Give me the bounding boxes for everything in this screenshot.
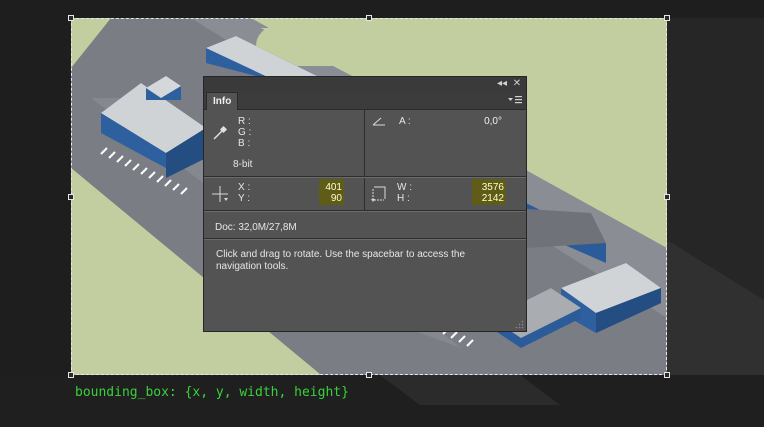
photoshop-workspace: bounding_box: {x, y, width, height} ◂◂ ✕…: [0, 0, 764, 427]
width-value: 3576: [481, 182, 504, 193]
transform-handle-middle-left[interactable]: [68, 194, 74, 200]
transform-handle-top-right[interactable]: [664, 15, 670, 21]
transform-handle-middle-right[interactable]: [664, 194, 670, 200]
y-label: Y :: [238, 193, 251, 204]
height-label: H :: [397, 193, 410, 204]
tab-info[interactable]: Info: [206, 92, 239, 110]
transform-handle-bottom-left[interactable]: [68, 372, 74, 378]
vertical-divider: [364, 109, 365, 176]
width-label: W :: [397, 182, 412, 193]
red-label: R :: [238, 116, 251, 127]
divider: [204, 211, 526, 212]
panel-titlebar[interactable]: ◂◂ ✕: [204, 77, 526, 91]
resize-grip-icon[interactable]: [515, 320, 524, 329]
bit-depth-label: 8-bit: [233, 159, 253, 170]
transform-handle-top-center[interactable]: [366, 15, 372, 21]
height-value: 2142: [481, 193, 504, 204]
transform-handle-top-left[interactable]: [68, 15, 74, 21]
vertical-divider: [364, 178, 365, 210]
angle-label: A :: [399, 116, 411, 127]
crosshair-icon: [212, 186, 228, 202]
eyedropper-icon: [213, 125, 228, 140]
x-label: X :: [238, 182, 251, 193]
y-value: 90: [330, 193, 342, 204]
document-size: Doc: 32,0M/27,8M: [215, 222, 297, 233]
blue-label: B :: [238, 138, 251, 149]
transform-handle-bottom-right[interactable]: [664, 372, 670, 378]
collapse-icon[interactable]: ◂◂: [496, 78, 508, 90]
size-icon: [371, 186, 386, 202]
close-icon[interactable]: ✕: [511, 78, 523, 90]
transform-handle-bottom-center[interactable]: [366, 372, 372, 378]
x-value: 401: [325, 182, 342, 193]
angle-icon: [372, 117, 385, 126]
tool-hint-line-2: navigation tools.: [216, 261, 289, 272]
info-panel: ◂◂ ✕ Info R : G : B : 8-bit A : 0,0° X:…: [203, 76, 527, 332]
panel-menu-icon[interactable]: [508, 94, 522, 106]
divider: [204, 239, 526, 240]
panel-tab-row: Info: [204, 91, 526, 110]
annotation-label: bounding_box: {x, y, width, height}: [75, 385, 349, 400]
green-label: G :: [238, 127, 252, 138]
tool-hint-line-1: Click and drag to rotate. Use the spaceb…: [216, 249, 466, 260]
divider: [204, 177, 526, 178]
angle-value: 0,0°: [484, 116, 502, 127]
